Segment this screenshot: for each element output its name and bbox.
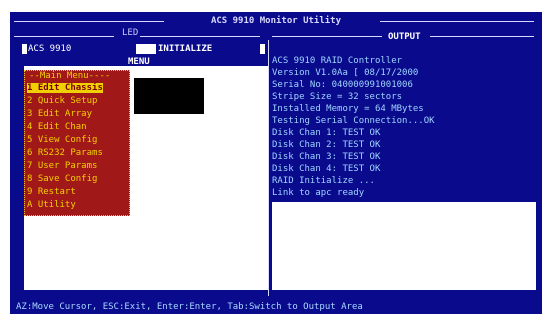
device-name: ACS 9910 — [28, 44, 72, 54]
terminal-screen: ACS 9910 Monitor Utility LED OUTPUT ACS … — [10, 12, 542, 314]
menu-item-restart[interactable]: 9 Restart — [27, 187, 76, 197]
output-label: OUTPUT — [388, 32, 421, 42]
menu-item-edit-chan[interactable]: 4 Edit Chan — [27, 122, 87, 132]
output-line: Disk Chan 1: TEST OK — [272, 128, 381, 138]
led-label: LED — [122, 28, 139, 38]
menu-item-save-config[interactable]: 8 Save Config — [27, 174, 97, 184]
menu-item-utility[interactable]: A Utility — [27, 200, 76, 210]
output-line: RAID Initialize ... — [272, 176, 375, 186]
output-line: Disk Chan 4: TEST OK — [272, 164, 381, 174]
main-menu: --Main Menu---- 1 Edit Chassis 2 Quick S… — [24, 70, 130, 216]
output-line: Disk Chan 3: TEST OK — [272, 152, 381, 162]
frame-output-right — [430, 36, 534, 37]
initialize-cursor — [260, 44, 265, 54]
output-line: Version V1.0Aa [ 08/17/2000 — [272, 68, 419, 78]
frame-led-left — [14, 36, 114, 37]
device-cursor — [22, 44, 27, 54]
frame-top-left — [14, 21, 164, 22]
frame-top-right — [380, 21, 534, 22]
output-line: ACS 9910 RAID Controller — [272, 56, 403, 66]
output-line: Stripe Size = 32 sectors — [272, 92, 403, 102]
menu-item-view-config[interactable]: 5 View Config — [27, 135, 97, 145]
menu-item-edit-chassis[interactable]: 1 Edit Chassis — [27, 83, 103, 93]
frame-output-left — [272, 36, 382, 37]
output-area[interactable] — [272, 202, 536, 290]
output-line: Serial No: 040000991001006 — [272, 80, 413, 90]
output-line: Installed Memory = 64 MBytes — [272, 104, 424, 114]
menu-item-user-params[interactable]: 7 User Params — [27, 161, 97, 171]
frame-led-right — [140, 36, 260, 37]
frame-divider — [268, 40, 269, 296]
submenu-placeholder — [134, 78, 204, 114]
status-bar: AZ:Move Cursor, ESC:Exit, Enter:Enter, T… — [10, 300, 542, 314]
menu-item-edit-array[interactable]: 3 Edit Array — [27, 109, 92, 119]
output-line: Testing Serial Connection...OK — [272, 116, 435, 126]
output-line: Disk Chan 2: TEST OK — [272, 140, 381, 150]
output-line: Link to apc ready — [272, 188, 365, 198]
main-menu-title: --Main Menu---- — [29, 71, 111, 81]
menu-item-rs232-params[interactable]: 6 RS232 Params — [27, 148, 103, 158]
menu-item-quick-setup[interactable]: 2 Quick Setup — [27, 96, 97, 106]
initialize-label[interactable]: INITIALIZE — [158, 44, 212, 54]
initialize-indicator — [136, 44, 156, 54]
